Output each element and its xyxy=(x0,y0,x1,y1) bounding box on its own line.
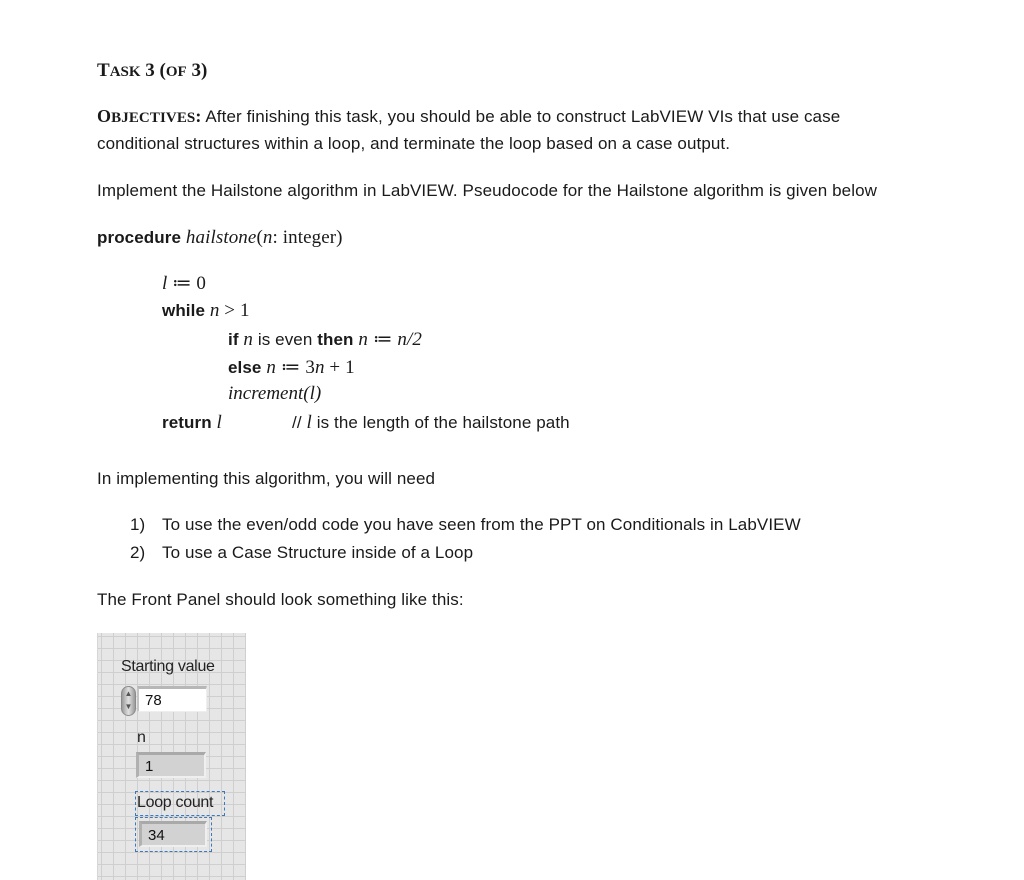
pseudocode-comment: // l is the length of the hailstone path xyxy=(292,412,570,433)
list-item-1-text: To use the even/odd code you have seen f… xyxy=(162,515,801,534)
increment-decrement-spinner[interactable]: ▲ ▼ xyxy=(121,686,136,716)
starting-value-label: Starting value xyxy=(121,658,215,675)
n-label: n xyxy=(137,729,146,746)
objectives-label: OBJECTIVES: xyxy=(97,106,202,126)
intro-paragraph: Implement the Hailstone algorithm in Lab… xyxy=(97,181,878,200)
list-item-1-number: 1) xyxy=(130,515,146,534)
front-panel-intro: The Front Panel should look something li… xyxy=(97,590,464,609)
list-item-2-text: To use a Case Structure inside of a Loop xyxy=(162,543,474,562)
pseudocode-increment: increment(l) xyxy=(228,383,322,404)
pseudocode-else: else n ≔ 3n + 1 xyxy=(228,357,355,378)
pseudocode-return: return l xyxy=(162,412,222,433)
procedure-header: procedure hailstone(n: integer) xyxy=(97,227,343,248)
spinner-up-icon[interactable]: ▲ xyxy=(122,687,135,700)
labview-front-panel: Starting value ▲ ▼ 78 n 1 Loop count 34 xyxy=(97,633,246,880)
task-title: TASK 3 (OF 3) xyxy=(97,60,208,81)
list-item-2-number: 2) xyxy=(130,543,146,562)
loop-count-label: Loop count xyxy=(137,794,214,811)
starting-value-input[interactable]: 78 xyxy=(137,686,207,712)
pseudocode-if: if n is even then n ≔ n/2 xyxy=(228,329,423,350)
spinner-down-icon[interactable]: ▼ xyxy=(122,700,135,713)
objectives-line-2: conditional structures within a loop, an… xyxy=(97,134,731,153)
needs-intro: In implementing this algorithm, you will… xyxy=(97,469,436,488)
pseudocode-while: while n > 1 xyxy=(162,300,250,321)
pseudocode-init: l ≔ 0 xyxy=(162,273,206,294)
n-indicator: 1 xyxy=(136,752,206,778)
loop-count-indicator: 34 xyxy=(139,821,207,847)
objectives-line-1: OBJECTIVES: After finishing this task, y… xyxy=(97,106,841,126)
